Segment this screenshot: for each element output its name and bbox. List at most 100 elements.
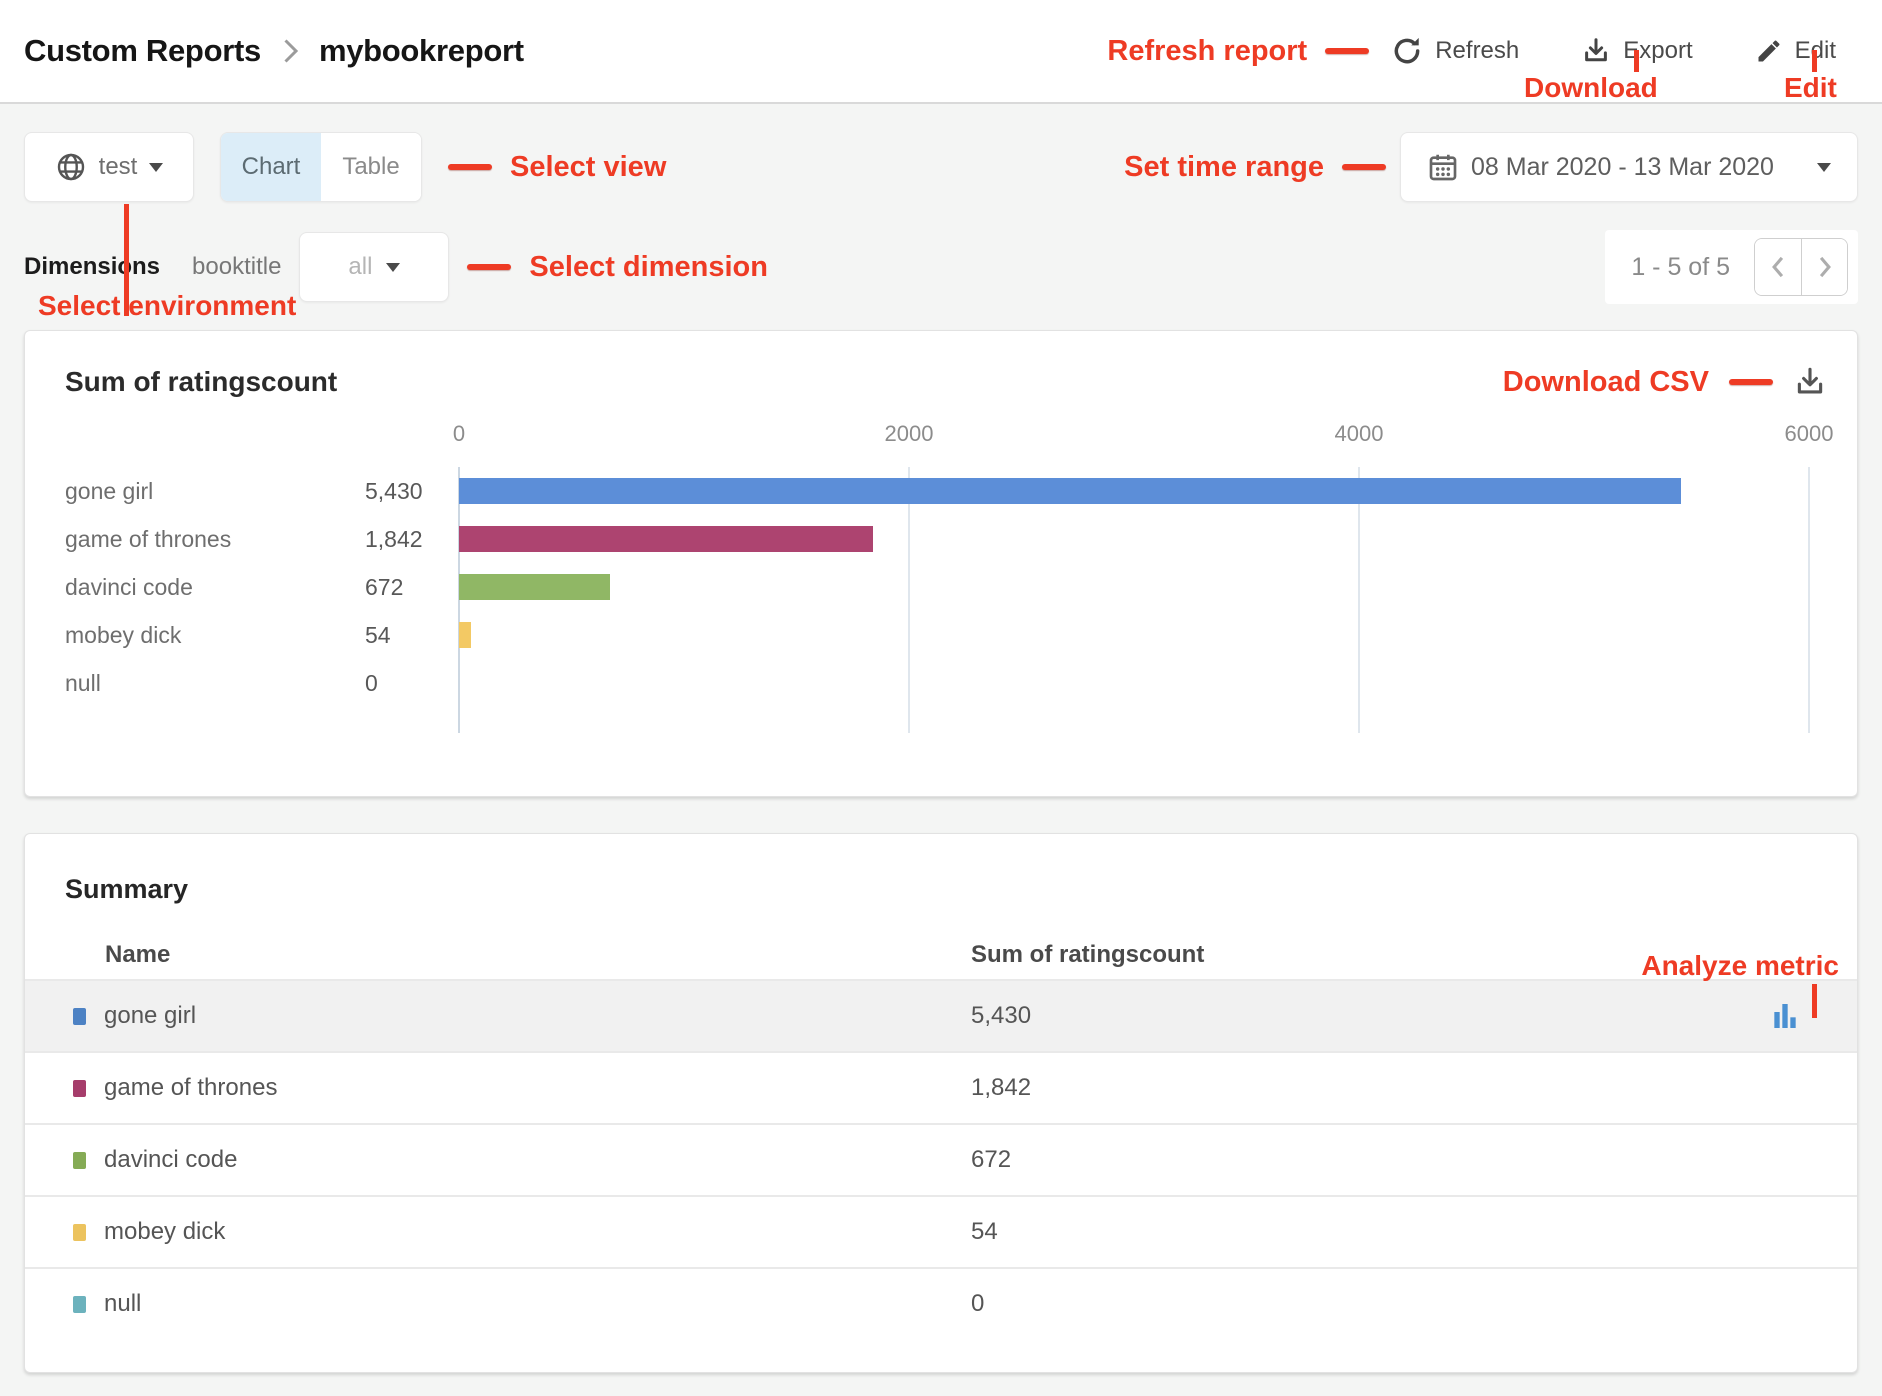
category-value: 672 <box>365 574 459 601</box>
axis-tick-label: 0 <box>453 421 465 447</box>
edit-button[interactable]: Edit <box>1755 37 1836 65</box>
chart-title: Sum of ratingscount <box>65 366 1503 398</box>
chart-card: Sum of ratingscount Download CSV 0200040… <box>24 330 1858 797</box>
row-name-cell: null <box>73 1290 971 1318</box>
row-name-cell: gone girl <box>73 1002 971 1030</box>
summary-table-body: gone girl5,430game of thrones1,842davinc… <box>25 979 1857 1339</box>
row-name-cell: mobey dick <box>73 1218 971 1246</box>
row-value: 5,430 <box>971 1002 1717 1030</box>
annotation-set-time-range-label: Set time range <box>1124 151 1324 184</box>
bar-track <box>459 670 1809 696</box>
pagination-buttons <box>1754 238 1848 296</box>
pagination-range: 1 - 5 of 5 <box>1631 253 1730 282</box>
analyze-metric-button[interactable] <box>1769 1000 1801 1032</box>
annotation-dash <box>1342 164 1386 170</box>
pagination: 1 - 5 of 5 <box>1605 230 1858 304</box>
row-value: 54 <box>971 1218 1717 1246</box>
breadcrumb: Custom Reports mybookreport <box>24 33 524 69</box>
tab-table[interactable]: Table <box>321 133 421 201</box>
download-icon <box>1581 36 1611 66</box>
refresh-button[interactable]: Refresh <box>1391 35 1519 67</box>
chevron-right-icon <box>1814 254 1836 280</box>
breadcrumb-root-link[interactable]: Custom Reports <box>24 33 261 69</box>
bar[interactable] <box>459 622 471 648</box>
chevron-down-icon <box>1817 163 1831 172</box>
bar-track <box>459 574 1809 600</box>
annotation-select-view-label: Select view <box>510 151 666 184</box>
refresh-icon <box>1391 35 1423 67</box>
refresh-button-label: Refresh <box>1435 37 1519 65</box>
environment-selector-value: test <box>99 153 138 181</box>
chevron-right-icon <box>279 36 301 66</box>
custom-report-page: Custom Reports mybookreport Refresh repo… <box>0 0 1882 1396</box>
bar[interactable] <box>459 478 1681 504</box>
toolbar: test ChartTable Select view Set time ran… <box>24 132 1858 202</box>
column-header-name: Name <box>73 941 971 969</box>
annotation-set-time-range: Set time range <box>1124 151 1386 184</box>
annotation-download-csv-label: Download CSV <box>1503 366 1709 399</box>
annotation-select-environment: Select environment <box>38 290 296 322</box>
main-content: test ChartTable Select view Set time ran… <box>0 132 1882 1373</box>
series-color-swatch <box>73 1296 86 1313</box>
category-label: null <box>65 670 365 697</box>
chart-row: gone girl5,430 <box>65 467 1809 515</box>
chart-card-header: Sum of ratingscount Download CSV <box>25 331 1857 399</box>
dimension-name: booktitle <box>192 253 281 281</box>
previous-page-button[interactable] <box>1755 239 1801 295</box>
annotation-dash <box>1325 48 1369 54</box>
tab-chart[interactable]: Chart <box>221 133 321 201</box>
annotation-select-dimension-label: Select dimension <box>529 251 768 284</box>
table-row[interactable]: null0 <box>25 1267 1857 1339</box>
table-row[interactable]: davinci code672 <box>25 1123 1857 1195</box>
summary-card: Summary Name Sum of ratingscount gone gi… <box>24 833 1858 1373</box>
table-row[interactable]: mobey dick 54 <box>25 1195 1857 1267</box>
category-label: mobey dick <box>65 622 365 649</box>
next-page-button[interactable] <box>1801 239 1847 295</box>
category-value: 0 <box>365 670 459 697</box>
summary-table-header: Name Sum of ratingscount <box>25 931 1857 979</box>
table-row[interactable]: game of thrones1,842 <box>25 1051 1857 1123</box>
annotation-dash <box>467 264 511 270</box>
dimensions-label: Dimensions <box>24 253 160 281</box>
row-actions <box>1717 1000 1827 1032</box>
series-color-swatch <box>73 1008 86 1025</box>
category-label: gone girl <box>65 478 365 505</box>
chevron-left-icon <box>1767 254 1789 280</box>
series-color-swatch <box>73 1152 86 1169</box>
axis-tick-label: 4000 <box>1335 421 1384 447</box>
row-value: 0 <box>971 1290 1717 1318</box>
category-label: game of thrones <box>65 526 365 553</box>
annotation-dash <box>1729 379 1773 385</box>
chart-row: davinci code672 <box>65 563 1809 611</box>
bar[interactable] <box>459 574 610 600</box>
breadcrumb-current: mybookreport <box>319 33 524 69</box>
chart-row: null0 <box>65 659 1809 707</box>
row-value: 1,842 <box>971 1074 1717 1102</box>
header-actions: Refresh report Refresh Export Edit <box>1107 35 1836 68</box>
row-name: mobey dick <box>104 1218 225 1246</box>
date-range-picker[interactable]: 08 Mar 2020 - 13 Mar 2020 <box>1400 132 1858 202</box>
row-name-cell: davinci code <box>73 1146 971 1174</box>
annotation-refresh-report: Refresh report <box>1107 35 1369 68</box>
calendar-icon <box>1427 151 1459 183</box>
annotation-line-edit <box>1812 50 1817 72</box>
table-row[interactable]: gone girl 5,430 <box>25 979 1857 1051</box>
category-value: 54 <box>365 622 459 649</box>
environment-selector[interactable]: test <box>24 132 194 202</box>
series-color-swatch <box>73 1080 86 1097</box>
dimension-filter-value: all <box>348 253 372 281</box>
download-icon <box>1793 365 1827 399</box>
summary-title: Summary <box>25 834 1857 905</box>
annotation-select-dimension: Select dimension <box>467 251 768 284</box>
column-header-metric: Sum of ratingscount <box>971 941 1717 969</box>
bar[interactable] <box>459 526 873 552</box>
row-name: gone girl <box>104 1002 196 1030</box>
annotation-dash <box>448 164 492 170</box>
download-csv-button[interactable] <box>1793 365 1827 399</box>
annotation-download: Download <box>1524 72 1658 104</box>
dimension-filter-dropdown[interactable]: all <box>299 232 449 302</box>
annotation-analyze-metric: Analyze metric <box>1641 950 1839 982</box>
annotation-download-csv: Download CSV <box>1503 365 1827 399</box>
globe-icon <box>55 151 87 183</box>
view-switcher: ChartTable <box>220 132 422 202</box>
